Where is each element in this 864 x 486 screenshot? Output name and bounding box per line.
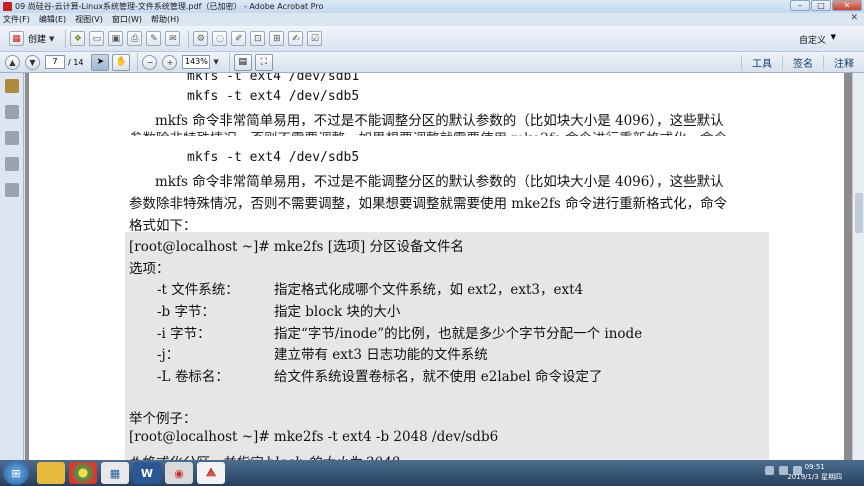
right-pane-tabs: 工具 签名 注释: [741, 52, 864, 73]
main-toolbar: ▦ 创建 ▼ ❖ ▭ ▣ ⎙ ✎ ✉ ⚙ ◌ ✐ ⊡ ⊞ ✍ ☑: [0, 26, 864, 52]
create-pdf-icon: ▦: [9, 31, 24, 46]
email-icon[interactable]: ✉: [165, 31, 181, 46]
acrobat-app-icon: [3, 2, 12, 11]
doc-line-clipped: 参数除非特殊情况，否则不需要调整，如果想要调整就需要使用 mke2fs 命令进行…: [129, 127, 727, 136]
code-comment: #格式化分区，并指定 block 的大小为 2048: [129, 451, 400, 460]
option-desc: 指定“字节/inode”的比例，也就是多少个字节分配一个 inode: [274, 326, 643, 342]
minimize-button[interactable]: –: [790, 0, 810, 11]
pdf-page: mkfs -t ext4 /dev/sdb1 mkfs -t ext4 /dev…: [29, 73, 844, 460]
fit-page-icon[interactable]: ▤: [233, 53, 252, 71]
open-icon[interactable]: ▭: [89, 31, 105, 46]
menu-help[interactable]: 帮助(H): [151, 14, 179, 25]
stamp-icon[interactable]: ⊞: [269, 31, 285, 46]
clock-date: 2019/1/3 星期四: [787, 473, 842, 481]
zoom-out-icon[interactable]: −: [142, 54, 158, 70]
page-thumbnails-icon[interactable]: [4, 105, 19, 119]
sign-icon[interactable]: ✍: [288, 31, 304, 46]
chevron-down-icon[interactable]: ▼: [213, 58, 218, 66]
next-page-icon[interactable]: ▼: [25, 54, 40, 70]
previous-page-icon[interactable]: ▲: [5, 54, 20, 70]
edit-icon[interactable]: ✎: [146, 31, 162, 46]
option-flag: -i 字节：: [157, 326, 211, 342]
pinned-app-icon[interactable]: ◉: [165, 462, 193, 484]
comment-icon[interactable]: ◌: [212, 31, 228, 46]
doc-line: mkfs -t ext4 /dev/sdb5: [187, 89, 360, 104]
word-icon[interactable]: W: [133, 462, 161, 484]
code-line: 选项：: [129, 261, 170, 277]
doc-line: mkfs 命令非常简单易用，不过是不能调整分区的默认参数的（比如块大小是 409…: [155, 174, 724, 190]
document-viewport[interactable]: mkfs -t ext4 /dev/sdb1 mkfs -t ext4 /dev…: [25, 73, 852, 460]
menu-view[interactable]: 视图(V): [75, 14, 103, 25]
page-count: / 14: [68, 57, 84, 67]
option-flag: -j：: [157, 347, 180, 363]
doc-line: mkfs -t ext4 /dev/sdb1: [187, 73, 360, 84]
tab-tools[interactable]: 工具: [741, 55, 782, 70]
window-title: 09 尚硅谷-云计算-Linux系统管理-文件系统管理.pdf（已加密） - A…: [15, 2, 324, 11]
explorer-window-icon[interactable]: ▦: [101, 462, 129, 484]
combine-files-icon[interactable]: ❖: [70, 31, 86, 46]
acrobat-taskbar-icon[interactable]: ⟁: [197, 462, 225, 484]
create-label: 创建: [28, 35, 47, 45]
code-line: [root@localhost ~]# mke2fs [选项] 分区设备文件名: [129, 239, 465, 255]
zoom-level-input[interactable]: 143%: [182, 55, 211, 69]
tab-comment[interactable]: 注释: [823, 55, 864, 70]
scrollbar-thumb[interactable]: [855, 193, 863, 233]
create-button[interactable]: ▦ 创建 ▼: [6, 30, 57, 48]
tab-sign[interactable]: 签名: [782, 55, 823, 70]
menu-edit[interactable]: 编辑(E): [39, 14, 66, 25]
option-desc: 给文件系统设置卷标名，就不使用 e2label 命令设定了: [274, 369, 603, 385]
start-button[interactable]: ⊞: [3, 461, 29, 485]
signatures-icon[interactable]: [4, 183, 19, 197]
navigation-pane: [0, 73, 24, 460]
doc-line: 参数除非特殊情况，否则不需要调整，如果想要调整就需要使用 mke2fs 命令进行…: [129, 196, 728, 212]
full-screen-icon[interactable]: ⛶: [254, 53, 273, 71]
attachments-icon[interactable]: [4, 157, 19, 171]
chrome-icon[interactable]: [69, 462, 97, 484]
option-desc: 指定格式化成哪个文件系统，如 ext2，ext3，ext4: [274, 282, 584, 298]
windows-taskbar: ⊞ ▦ W ◉ ⟁: [0, 460, 864, 486]
code-line: 举个例子：: [129, 411, 197, 427]
close-document-icon[interactable]: ✕: [850, 13, 858, 23]
menu-window[interactable]: 窗口(W): [112, 14, 142, 25]
option-flag: -L 卷标名：: [157, 369, 229, 385]
option-desc: 指定 block 块的大小: [274, 304, 401, 320]
code-line: [root@localhost ~]# mke2fs -t ext4 -b 20…: [129, 429, 499, 445]
maximize-button[interactable]: □: [811, 0, 831, 11]
vertical-scrollbar[interactable]: [852, 73, 864, 460]
hand-tool-icon[interactable]: ✋: [112, 53, 131, 71]
print-icon[interactable]: ⎙: [127, 31, 143, 46]
form-icon[interactable]: ☑: [307, 31, 323, 46]
page-number-input[interactable]: 7: [45, 55, 65, 69]
tray-icon[interactable]: [765, 466, 774, 475]
option-flag: -b 字节：: [157, 304, 215, 320]
select-tool-icon[interactable]: ➤: [91, 53, 110, 71]
doc-line: mkfs 命令非常简单易用，不过是不能调整分区的默认参数的（比如块大小是 409…: [155, 113, 724, 129]
doc-line: 格式如下：: [129, 218, 197, 234]
chevron-down-icon: ▼: [830, 33, 836, 41]
lock-icon[interactable]: [4, 79, 19, 93]
option-desc: 建立带有 ext3 日志功能的文件系统: [274, 347, 488, 363]
option-flag: -t 文件系统：: [157, 282, 239, 298]
highlight-icon[interactable]: ✐: [231, 31, 247, 46]
attach-file-icon[interactable]: ⊡: [250, 31, 266, 46]
zoom-in-icon[interactable]: +: [162, 54, 178, 70]
doc-line: mkfs -t ext4 /dev/sdb5: [187, 150, 360, 165]
chevron-down-icon: ▼: [49, 34, 55, 43]
save-icon[interactable]: ▣: [108, 31, 124, 46]
customize-dropdown[interactable]: 自定义: [799, 33, 826, 46]
close-window-button[interactable]: ✕: [832, 0, 862, 11]
bookmarks-icon[interactable]: [4, 131, 19, 145]
title-bar: 09 尚硅谷-云计算-Linux系统管理-文件系统管理.pdf（已加密） - A…: [0, 0, 864, 13]
settings-gear-icon[interactable]: ⚙: [193, 31, 209, 46]
navigation-toolbar: ▲ ▼ 7 / 14 ➤ ✋ − + 143% ▼ ▤ ⛶: [0, 52, 864, 73]
menu-file[interactable]: 文件(F): [3, 14, 30, 25]
taskbar-clock[interactable]: 09:51 2019/1/3 星期四: [787, 462, 842, 482]
clock-time: 09:51: [804, 463, 825, 471]
file-explorer-icon[interactable]: [37, 462, 65, 484]
menu-bar: 文件(F) 编辑(E) 视图(V) 窗口(W) 帮助(H): [0, 13, 864, 26]
